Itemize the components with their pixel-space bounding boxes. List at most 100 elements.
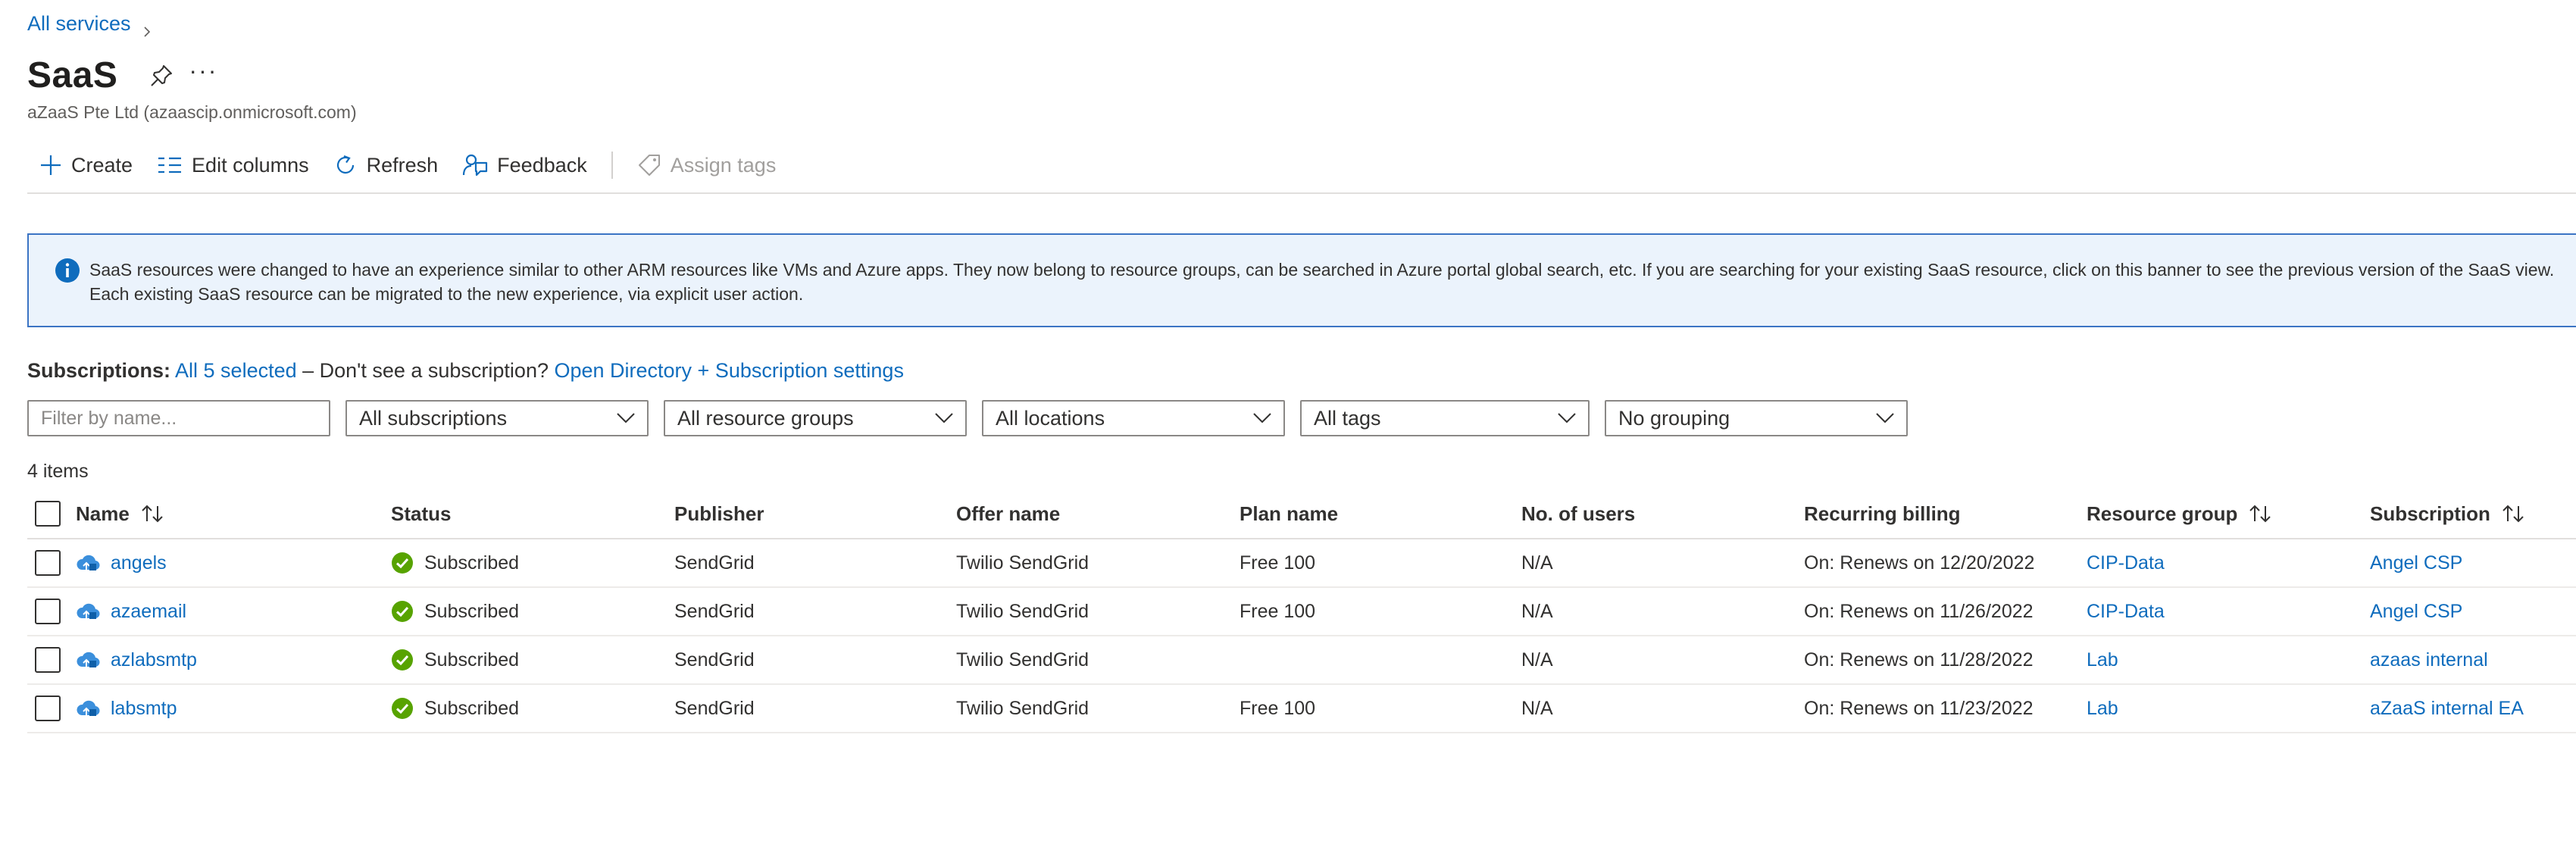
- column-header-resource-group[interactable]: Resource group: [2087, 489, 2272, 538]
- resource-group-link[interactable]: CIP-Data: [2087, 601, 2165, 623]
- subscriptions-selected-link[interactable]: All 5 selected: [175, 359, 297, 382]
- subscription-link[interactable]: aZaaS internal EA: [2370, 698, 2524, 720]
- tags-dropdown-value: All tags: [1314, 406, 1381, 430]
- subscriptions-label: Subscriptions:: [27, 359, 171, 382]
- resource-groups-dropdown[interactable]: All resource groups: [664, 400, 967, 436]
- resource-group-link[interactable]: Lab: [2087, 649, 2118, 671]
- refresh-button[interactable]: Refresh: [333, 153, 439, 177]
- row-checkbox[interactable]: [35, 696, 61, 721]
- resource-group-link[interactable]: Lab: [2087, 698, 2118, 720]
- column-header-name[interactable]: Name: [76, 489, 164, 538]
- assign-tags-button[interactable]: Assign tags: [637, 153, 777, 177]
- select-all-checkbox[interactable]: [35, 501, 61, 527]
- resource-name-link[interactable]: angels: [111, 552, 167, 574]
- status-text: Subscribed: [424, 697, 520, 719]
- saas-resource-icon: [77, 652, 100, 668]
- sort-icon: [142, 505, 163, 523]
- plan-cell: Free 100: [1240, 600, 1316, 622]
- subscriptions-filter-line: Subscriptions: All 5 selected – Don't se…: [27, 359, 904, 383]
- row-checkbox[interactable]: [35, 599, 61, 624]
- check-circle-icon: [392, 649, 413, 671]
- users-cell: N/A: [1521, 697, 1553, 719]
- table-row[interactable]: angels Subscribed SendGrid Twilio SendGr…: [27, 539, 2576, 588]
- directory-settings-link[interactable]: Open Directory + Subscription settings: [554, 359, 903, 382]
- offer-cell: Twilio SendGrid: [956, 600, 1089, 622]
- row-checkbox[interactable]: [35, 550, 61, 576]
- locations-dropdown[interactable]: All locations: [982, 400, 1285, 436]
- breadcrumb-all-services[interactable]: All services: [27, 12, 131, 36]
- sort-icon: [2503, 505, 2524, 523]
- users-cell: N/A: [1521, 649, 1553, 671]
- grid-header: Name Status Publisher Offer name Plan na…: [27, 489, 2576, 539]
- subscription-link[interactable]: azaas internal: [2370, 649, 2488, 671]
- plan-cell: Free 100: [1240, 697, 1316, 719]
- feedback-button[interactable]: Feedback: [462, 152, 587, 178]
- edit-columns-label: Edit columns: [192, 153, 309, 177]
- column-header-subscription[interactable]: Subscription: [2370, 489, 2525, 538]
- saas-resource-icon: [77, 700, 100, 717]
- title-row: SaaS ···: [27, 55, 217, 96]
- resource-name-link[interactable]: azaemail: [111, 601, 186, 623]
- resource-name-link[interactable]: labsmtp: [111, 698, 177, 720]
- billing-cell: On: Renews on 12/20/2022: [1804, 552, 2035, 574]
- assign-tags-label: Assign tags: [670, 153, 777, 177]
- refresh-icon: [336, 155, 354, 174]
- filter-bar: All subscriptions All resource groups Al…: [27, 400, 1908, 436]
- subscriptions-dropdown[interactable]: All subscriptions: [345, 400, 649, 436]
- locations-dropdown-value: All locations: [996, 406, 1105, 430]
- grouping-dropdown[interactable]: No grouping: [1605, 400, 1908, 436]
- column-header-billing: Recurring billing: [1804, 502, 1961, 525]
- subscription-link[interactable]: Angel CSP: [2370, 601, 2462, 623]
- feedback-label: Feedback: [497, 153, 587, 177]
- chevron-down-icon: [1253, 413, 1271, 424]
- subscription-link[interactable]: Angel CSP: [2370, 552, 2462, 574]
- chevron-down-icon: [617, 413, 635, 424]
- migration-info-banner[interactable]: SaaS resources were changed to have an e…: [27, 233, 2576, 327]
- more-options-icon[interactable]: ···: [189, 58, 217, 83]
- plus-icon: [41, 155, 61, 175]
- resource-groups-dropdown-value: All resource groups: [677, 406, 854, 430]
- page-title: SaaS: [27, 55, 118, 95]
- offer-cell: Twilio SendGrid: [956, 649, 1089, 671]
- subscriptions-dropdown-value: All subscriptions: [359, 406, 508, 430]
- sort-icon: [2249, 505, 2271, 523]
- command-bar: Create Edit columns Refresh Feedback Ass…: [27, 148, 2576, 182]
- directory-subtitle: aZaaS Pte Ltd (azaascip.onmicrosoft.com): [27, 102, 357, 122]
- resource-grid: Name Status Publisher Offer name Plan na…: [27, 489, 2576, 733]
- table-row[interactable]: labsmtp Subscribed SendGrid Twilio SendG…: [27, 685, 2576, 733]
- create-label: Create: [71, 153, 133, 177]
- chevron-down-icon: [1558, 413, 1576, 424]
- check-circle-icon: [392, 552, 413, 574]
- refresh-label: Refresh: [366, 153, 439, 177]
- toolbar-separator: [611, 152, 613, 179]
- edit-columns-icon: [158, 157, 182, 173]
- status-text: Subscribed: [424, 649, 520, 671]
- column-header-status: Status: [391, 502, 452, 525]
- breadcrumb: All services: [27, 12, 152, 37]
- status-text: Subscribed: [424, 552, 520, 574]
- status-text: Subscribed: [424, 600, 520, 622]
- saas-resource-icon: [77, 603, 100, 620]
- publisher-cell: SendGrid: [674, 649, 755, 671]
- resource-name-link[interactable]: azlabsmtp: [111, 649, 197, 671]
- publisher-cell: SendGrid: [674, 697, 755, 719]
- chevron-down-icon: [1876, 413, 1894, 424]
- billing-cell: On: Renews on 11/28/2022: [1804, 649, 2034, 671]
- create-button[interactable]: Create: [39, 154, 133, 177]
- pin-icon[interactable]: [148, 62, 175, 89]
- info-icon: [55, 258, 80, 283]
- column-header-publisher: Publisher: [674, 502, 764, 525]
- row-checkbox[interactable]: [35, 647, 61, 673]
- feedback-icon: [463, 154, 488, 177]
- table-row[interactable]: azlabsmtp Subscribed SendGrid Twilio Sen…: [27, 636, 2576, 685]
- billing-cell: On: Renews on 11/23/2022: [1804, 697, 2034, 719]
- grouping-dropdown-value: No grouping: [1618, 406, 1730, 430]
- offer-cell: Twilio SendGrid: [956, 552, 1089, 574]
- filter-by-name-input[interactable]: [27, 400, 330, 436]
- table-row[interactable]: azaemail Subscribed SendGrid Twilio Send…: [27, 588, 2576, 636]
- edit-columns-button[interactable]: Edit columns: [157, 154, 309, 177]
- column-header-plan-name: Plan name: [1240, 502, 1339, 525]
- check-circle-icon: [392, 601, 413, 622]
- resource-group-link[interactable]: CIP-Data: [2087, 552, 2165, 574]
- tags-dropdown[interactable]: All tags: [1300, 400, 1590, 436]
